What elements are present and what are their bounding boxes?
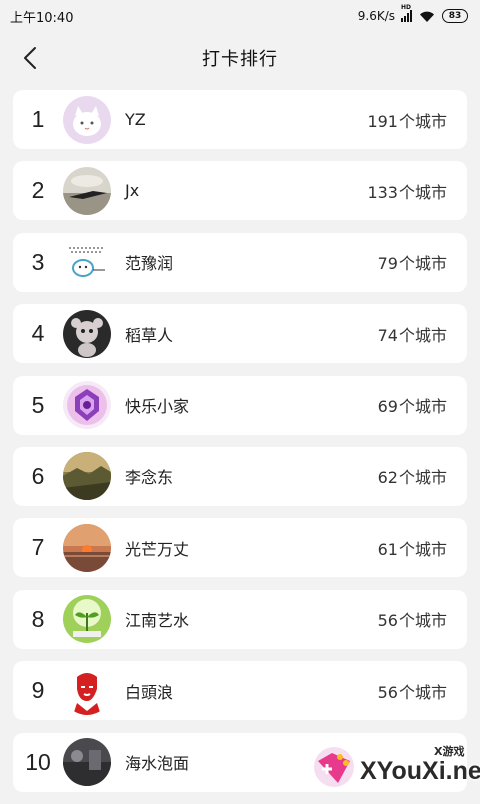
city-count: 79个城市 [377,254,447,274]
ranking-row[interactable]: 5 快乐小家 69个城市 [13,375,467,435]
ranking-row[interactable]: 2 Jx 133个城市 [13,161,467,221]
battery-icon: 83 [442,9,468,23]
user-name: Jx [125,181,140,201]
back-button[interactable] [16,44,44,72]
ranking-row[interactable]: 1 YZ 191个城市 [13,90,467,149]
hd-label: HD [401,4,412,11]
page-title: 打卡排行 [202,49,278,70]
city-count: 62个城市 [377,468,447,488]
avatar[interactable] [63,381,111,430]
header: 打卡排行 [0,32,480,84]
ranking-row[interactable]: 8 江南艺水 56个城市 [13,589,467,649]
rank-number: 3 [31,248,45,275]
ranking-row[interactable]: 7 光芒万丈 61个城市 [13,518,467,578]
city-count: 56个城市 [377,682,447,702]
ranking-row[interactable]: 9 白頭浪 56个城市 [13,661,467,721]
user-name: 李念东 [125,468,174,488]
user-name: 范豫润 [125,254,174,274]
city-count: 56个城市 [377,611,447,631]
city-count: 61个城市 [377,539,447,559]
ranking-row[interactable]: 3 范豫润 79个城市 [13,232,467,292]
user-name: 稻草人 [125,325,174,345]
status-time: 上午10:40 [10,10,74,26]
user-name: 光芒万丈 [125,539,190,559]
avatar[interactable] [63,452,111,501]
ranking-list: 1 YZ 191个城市 2 Jx 133个城市 3 范豫润 79个城市 4 稻草… [13,90,467,804]
rank-number: 2 [31,177,45,204]
signal-icon: HD [401,4,412,22]
avatar[interactable] [63,166,111,215]
rank-number: 8 [31,605,45,632]
avatar[interactable] [63,95,111,144]
avatar[interactable] [63,595,111,644]
rank-number: 4 [31,320,45,347]
city-count: 191个城市 [367,111,447,131]
ranking-row[interactable]: 4 稻草人 74个城市 [13,304,467,364]
user-name: 江南艺水 [125,611,190,631]
city-count: 74个城市 [377,325,447,345]
rank-number: 9 [31,677,45,704]
avatar[interactable] [63,666,111,715]
status-bar: 上午10:40 9.6K/s HD 83 [0,0,480,32]
ranking-row[interactable]: 10 海水泡面 [13,732,467,792]
user-name: 白頭浪 [125,682,174,702]
user-name: 海水泡面 [125,754,190,774]
avatar[interactable] [63,309,111,358]
status-icons: 9.6K/s HD 83 [357,4,468,23]
network-speed: 9.6K/s [357,9,395,23]
city-count: 133个城市 [367,182,447,202]
user-name: 快乐小家 [125,397,190,417]
avatar[interactable] [63,523,111,572]
city-count: 69个城市 [377,397,447,417]
rank-number: 5 [31,391,45,418]
ranking-row[interactable]: 6 李念东 62个城市 [13,446,467,506]
wifi-icon [420,11,434,22]
user-name: YZ [125,110,146,129]
rank-number: 7 [31,534,45,561]
rank-number: 6 [31,462,45,489]
rank-number: 1 [31,106,45,132]
avatar[interactable] [63,738,111,787]
avatar[interactable] [63,238,111,287]
chevron-left-icon [24,47,36,69]
rank-number: 10 [25,748,51,775]
